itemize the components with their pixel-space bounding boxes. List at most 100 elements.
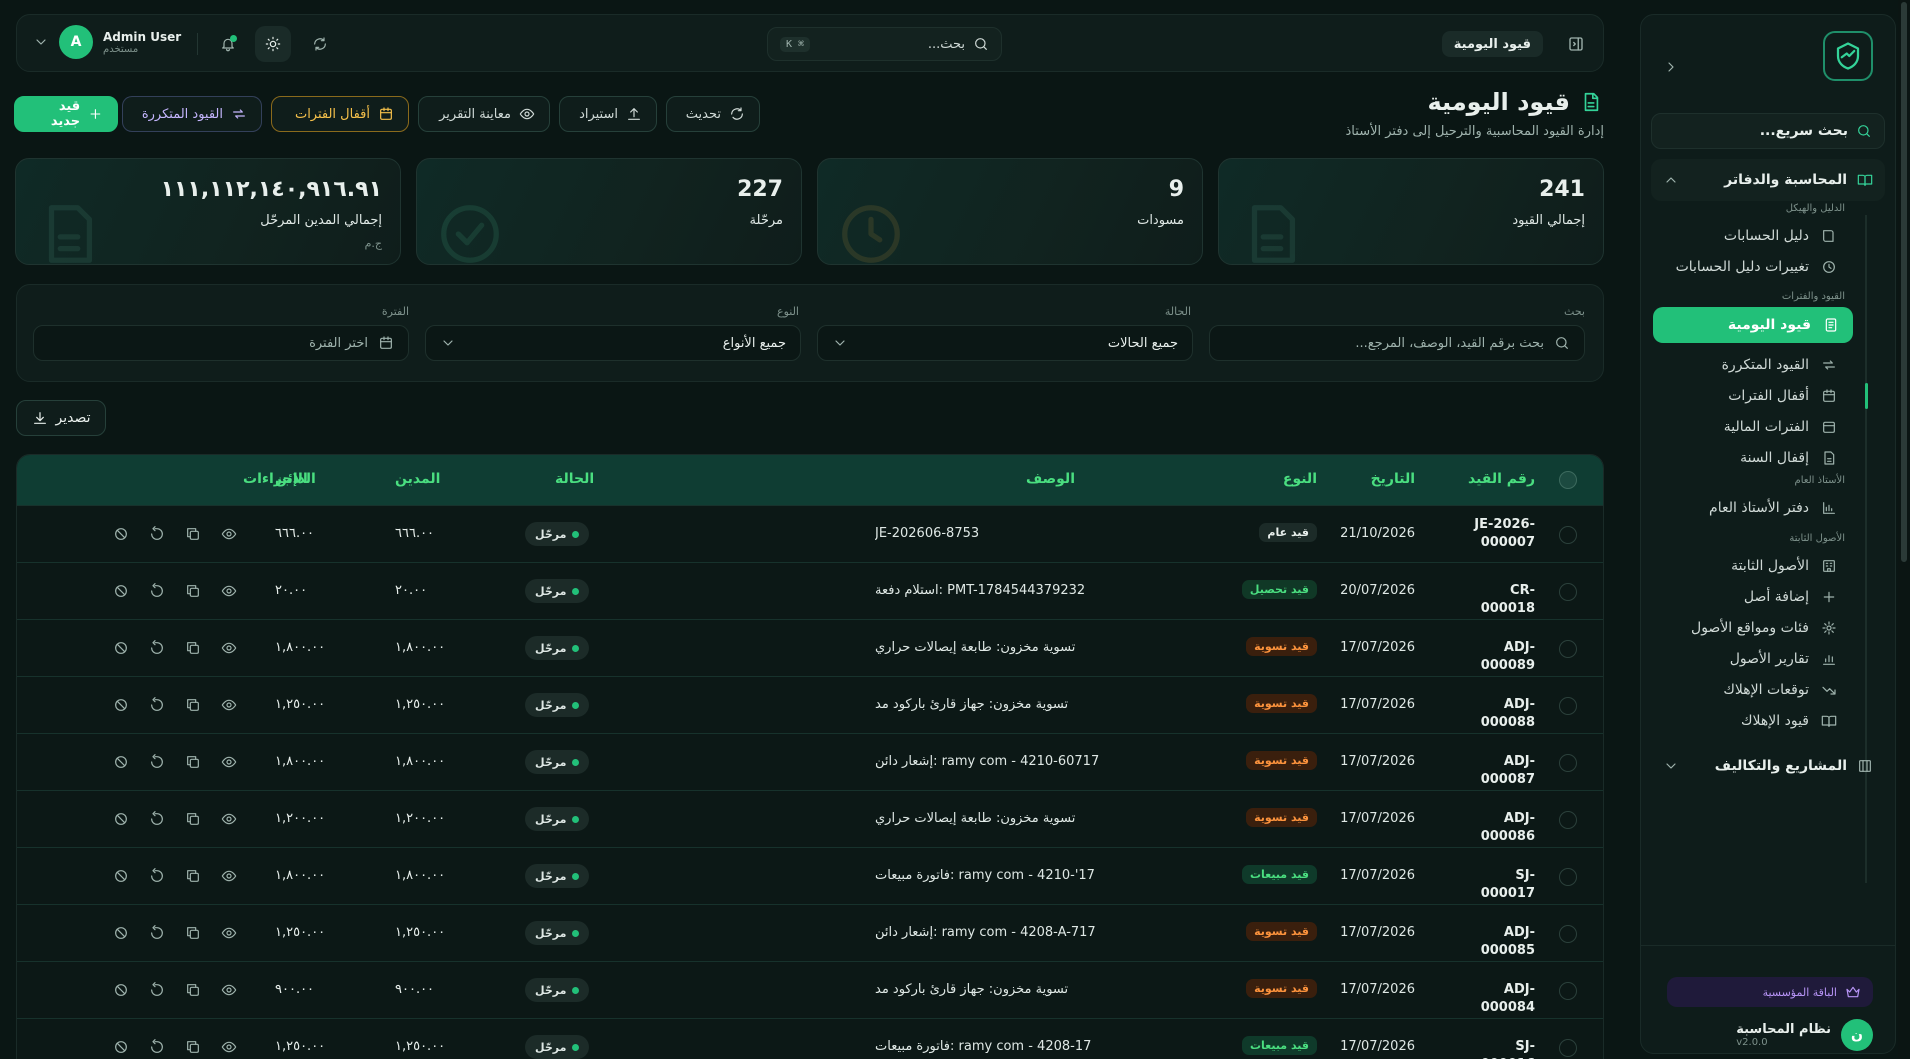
sidebar-item-asset-reports[interactable]: تقارير الأصول: [1655, 642, 1851, 676]
copy-icon[interactable]: [185, 868, 201, 884]
sidebar-item-fixed-assets[interactable]: الأصول الثابتة: [1655, 549, 1851, 583]
reverse-icon[interactable]: [149, 1039, 165, 1055]
copy-icon[interactable]: [185, 526, 201, 542]
table-row[interactable]: JE-2026-000007 21/10/2026 قيد عام JE-202…: [17, 505, 1603, 562]
table-row[interactable]: ADJ-000087 17/07/2026 قيد تسوية إشعار دا…: [17, 733, 1603, 790]
row-checkbox[interactable]: [1559, 754, 1577, 772]
reverse-icon[interactable]: [149, 640, 165, 656]
reverse-icon[interactable]: [149, 868, 165, 884]
row-checkbox[interactable]: [1559, 640, 1577, 658]
sidebar-item-fiscal-periods[interactable]: الفترات المالية: [1655, 410, 1851, 444]
page-scrollbar[interactable]: [1898, 0, 1910, 1059]
filter-type-select[interactable]: جميع الأنواع: [425, 325, 801, 361]
import-button[interactable]: استيراد: [559, 96, 657, 132]
entry-number[interactable]: ADJ-000087: [1465, 753, 1535, 789]
view-eye-icon[interactable]: [221, 754, 237, 770]
copy-icon[interactable]: [185, 811, 201, 827]
sidebar-item-year-close[interactable]: إقفال السنة: [1655, 441, 1851, 475]
view-eye-icon[interactable]: [221, 811, 237, 827]
reverse-icon[interactable]: [149, 583, 165, 599]
entry-number[interactable]: ADJ-000086: [1465, 810, 1535, 846]
reverse-icon[interactable]: [149, 754, 165, 770]
copy-icon[interactable]: [185, 982, 201, 998]
reverse-icon[interactable]: [149, 697, 165, 713]
quick-search-input[interactable]: بحث سريع...: [1651, 113, 1885, 149]
nav-group-accounting[interactable]: المحاسبة والدفاتر: [1651, 159, 1885, 201]
entry-number[interactable]: JE-2026-000007: [1465, 516, 1535, 552]
row-checkbox[interactable]: [1559, 1039, 1577, 1057]
column-header-type[interactable]: النوع: [1283, 471, 1317, 487]
entry-number[interactable]: ADJ-000088: [1465, 696, 1535, 732]
sidebar-item-asset-categories[interactable]: فئات ومواقع الأصول: [1655, 611, 1851, 645]
theme-toggle-sun-icon[interactable]: [255, 26, 291, 62]
table-row[interactable]: ADJ-000084 17/07/2026 قيد تسوية تسوية مخ…: [17, 961, 1603, 1018]
collapse-sidebar-icon[interactable]: [1663, 59, 1679, 75]
row-checkbox[interactable]: [1559, 811, 1577, 829]
void-icon[interactable]: [113, 583, 129, 599]
user-menu[interactable]: A Admin User مستخدم: [33, 25, 181, 59]
view-eye-icon[interactable]: [221, 640, 237, 656]
sidebar-item-recurring[interactable]: القيود المتكررة: [1655, 348, 1851, 382]
entry-number[interactable]: CR-000018: [1465, 582, 1535, 618]
entry-number[interactable]: ADJ-000089: [1465, 639, 1535, 675]
entry-number[interactable]: ADJ-000085: [1465, 924, 1535, 960]
sidebar-item-depreciation-entries[interactable]: قيود الإهلاك: [1655, 704, 1851, 738]
filter-search-input[interactable]: بحث برقم القيد، الوصف، المرجع...: [1209, 325, 1585, 361]
void-icon[interactable]: [113, 1039, 129, 1055]
entry-number[interactable]: ADJ-000084: [1465, 981, 1535, 1017]
sidebar-item-period-locks[interactable]: أقفال الفترات: [1655, 379, 1851, 413]
reverse-icon[interactable]: [149, 526, 165, 542]
void-icon[interactable]: [113, 526, 129, 542]
void-icon[interactable]: [113, 697, 129, 713]
view-eye-icon[interactable]: [221, 1039, 237, 1055]
app-logo[interactable]: [1823, 31, 1873, 81]
row-checkbox[interactable]: [1559, 925, 1577, 943]
row-checkbox[interactable]: [1559, 982, 1577, 1000]
sidebar-item-depreciation-forecast[interactable]: توقعات الإهلاك: [1655, 673, 1851, 707]
column-header-description[interactable]: الوصف: [1026, 471, 1075, 487]
void-icon[interactable]: [113, 982, 129, 998]
table-row[interactable]: ADJ-000088 17/07/2026 قيد تسوية تسوية مخ…: [17, 676, 1603, 733]
sidebar-item-general-ledger[interactable]: دفتر الأستاذ العام: [1655, 491, 1851, 525]
sidebar-item-add-asset[interactable]: إضافة أصل: [1655, 580, 1851, 614]
entry-number[interactable]: SJ-000016: [1465, 1038, 1535, 1059]
table-row[interactable]: CR-000018 20/07/2026 قيد تحصيل استلام دف…: [17, 562, 1603, 619]
sidebar-item-chart-of-accounts[interactable]: دليل الحسابات: [1655, 219, 1851, 253]
column-header-date[interactable]: التاريخ: [1371, 471, 1415, 487]
void-icon[interactable]: [113, 811, 129, 827]
period-locks-button[interactable]: أقفال الفترات: [271, 96, 409, 132]
table-row[interactable]: SJ-000017 17/07/2026 قيد مبيعات فاتورة م…: [17, 847, 1603, 904]
copy-icon[interactable]: [185, 925, 201, 941]
copy-icon[interactable]: [185, 754, 201, 770]
column-header-status[interactable]: الحالة: [555, 471, 594, 487]
row-checkbox[interactable]: [1559, 583, 1577, 601]
sidebar-item-journal-entries[interactable]: قيود اليومية: [1653, 307, 1853, 343]
global-search-input[interactable]: بحث... ⌘ K: [767, 27, 1002, 61]
view-eye-icon[interactable]: [221, 925, 237, 941]
view-eye-icon[interactable]: [221, 583, 237, 599]
filter-status-select[interactable]: جميع الحالات: [817, 325, 1193, 361]
view-eye-icon[interactable]: [221, 526, 237, 542]
row-checkbox[interactable]: [1559, 868, 1577, 886]
column-header-number[interactable]: رقم القيد: [1468, 471, 1535, 487]
row-checkbox[interactable]: [1559, 526, 1577, 544]
nav-group-projects[interactable]: المشاريع والتكاليف: [1651, 745, 1885, 787]
table-row[interactable]: ADJ-000086 17/07/2026 قيد تسوية تسوية مخ…: [17, 790, 1603, 847]
reverse-icon[interactable]: [149, 925, 165, 941]
copy-icon[interactable]: [185, 583, 201, 599]
recurring-entries-button[interactable]: القيود المتكررة: [122, 96, 262, 132]
column-header-debit[interactable]: المدين: [395, 471, 440, 487]
refresh-icon[interactable]: [305, 29, 335, 59]
sidebar-item-coa-changes[interactable]: تغييرات دليل الحسابات: [1655, 250, 1851, 284]
select-all-checkbox[interactable]: [1559, 471, 1577, 489]
void-icon[interactable]: [113, 925, 129, 941]
copy-icon[interactable]: [185, 640, 201, 656]
row-checkbox[interactable]: [1559, 697, 1577, 715]
export-button[interactable]: تصدير: [16, 400, 106, 436]
new-entry-button[interactable]: قيد جديد: [14, 96, 118, 132]
preview-report-button[interactable]: معاينة التقرير: [418, 96, 550, 132]
view-eye-icon[interactable]: [221, 697, 237, 713]
table-row[interactable]: SJ-000016 17/07/2026 قيد مبيعات فاتورة م…: [17, 1018, 1603, 1059]
view-eye-icon[interactable]: [221, 982, 237, 998]
plan-badge[interactable]: الباقة المؤسسية: [1667, 977, 1873, 1007]
